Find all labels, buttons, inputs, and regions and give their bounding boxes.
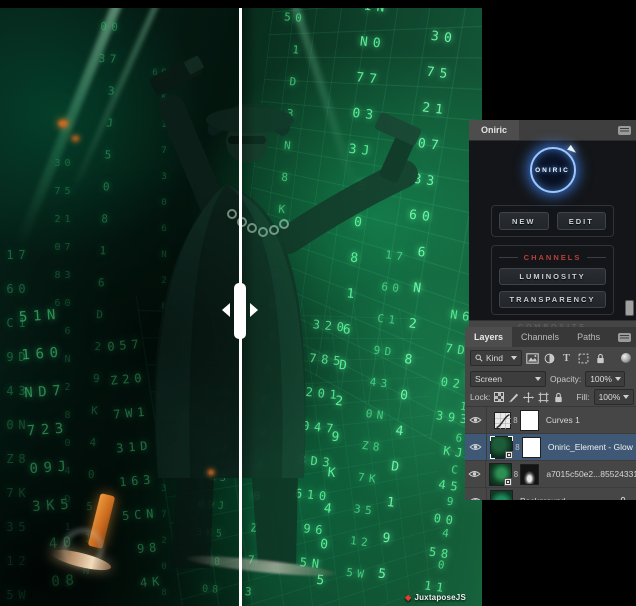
mask-link-icon[interactable]: 8 [515, 443, 520, 452]
orange-spark [72, 136, 79, 141]
lock-transparent-pixels-icon[interactable] [494, 391, 504, 403]
visibility-eye-icon[interactable] [465, 461, 486, 487]
layer-thumbnail[interactable] [490, 436, 513, 459]
lock-image-pixels-icon[interactable] [508, 391, 519, 403]
layer-name: Curves 1 [546, 415, 580, 425]
mask-link-icon[interactable]: 8 [513, 416, 518, 425]
slider-arrow-left-icon[interactable] [222, 303, 230, 317]
oniric-actions-group: NEW EDIT [491, 205, 614, 237]
visibility-eye-icon[interactable] [465, 407, 487, 433]
layer-row-hash[interactable]: 8 a7015c50e2...855243318 [465, 461, 636, 488]
fill-dropdown[interactable]: 100% [594, 389, 634, 405]
fill-label: Fill: [576, 392, 589, 402]
visibility-eye-icon[interactable] [465, 488, 487, 500]
layer-thumbnail[interactable] [489, 463, 512, 486]
divider-line [587, 257, 606, 258]
chevron-down-icon [511, 356, 517, 360]
scrollbar-thumb[interactable] [625, 300, 634, 316]
tab-channels[interactable]: Channels [512, 327, 568, 347]
filter-type-layers-icon[interactable]: T [560, 352, 573, 365]
tab-layers[interactable]: Layers [465, 327, 512, 347]
oniric-panel: Oniric ONIRIC NEW EDIT CHANNELS [469, 120, 636, 327]
divider-line [499, 257, 518, 258]
tab-oniric[interactable]: Oniric [469, 120, 519, 140]
chevron-down-icon [623, 395, 629, 399]
layer-name: Background [520, 496, 565, 500]
orange-spark [58, 120, 68, 127]
diamond-icon: ◆ [405, 593, 411, 602]
new-button[interactable]: NEW [499, 212, 549, 230]
juxtapose-credit-link[interactable]: ◆JuxtaposeJS [405, 593, 466, 602]
visibility-eye-icon[interactable] [465, 434, 487, 460]
layer-row-curves[interactable]: 8 Curves 1 [465, 407, 636, 434]
orange-spark [208, 470, 214, 475]
lock-all-icon[interactable] [553, 391, 564, 403]
luminosity-button[interactable]: LUMINOSITY [499, 268, 606, 285]
tab-paths[interactable]: Paths [568, 327, 609, 347]
juxtapose-label: JuxtaposeJS [414, 593, 466, 602]
app-window: 7 0 1 D 3 N 8 K 5 2 W 1 6 C 9 4 0 Z 7 3 … [0, 0, 636, 606]
blend-mode-value: Screen [475, 374, 502, 384]
oniric-logo: ONIRIC [525, 145, 581, 197]
layer-row-background[interactable]: Background [465, 488, 636, 500]
blend-mode-dropdown[interactable]: Screen [470, 371, 546, 387]
lock-artboard-icon[interactable] [538, 391, 549, 403]
layer-name: a7015c50e2...855243318 [546, 469, 636, 479]
juxtapose-slider-handle[interactable] [234, 283, 246, 339]
mask-link-icon[interactable]: 8 [514, 470, 519, 479]
filter-smart-objects-icon[interactable] [594, 352, 607, 365]
panel-menu-icon[interactable] [618, 333, 631, 342]
oniric-logo-ring: ONIRIC [530, 147, 576, 193]
filter-pixel-layers-icon[interactable] [526, 352, 539, 365]
curves-adjustment-thumbnail[interactable] [494, 412, 511, 429]
lock-label: Lock: [470, 392, 490, 402]
opacity-value: 100% [590, 374, 612, 384]
edit-button[interactable]: EDIT [557, 212, 607, 230]
panel-menu-icon[interactable] [618, 126, 631, 135]
lock-position-icon[interactable] [523, 391, 534, 403]
opacity-label: Opacity: [550, 374, 581, 384]
smart-object-badge [504, 478, 512, 486]
filter-kind-dropdown[interactable]: Kind [470, 350, 522, 366]
filter-shape-layers-icon[interactable] [577, 352, 590, 365]
search-icon [475, 354, 483, 362]
layers-panel-tabbar: Layers Channels Paths [465, 327, 636, 347]
channels-heading: CHANNELS [524, 253, 582, 262]
slider-arrow-right-icon[interactable] [250, 303, 258, 317]
oniric-panel-tabbar: Oniric [469, 120, 636, 141]
background-lock-icon [618, 496, 628, 500]
filter-adjustment-layers-icon[interactable] [543, 352, 556, 365]
kind-label: Kind [486, 353, 503, 363]
layer-mask-thumbnail[interactable] [522, 437, 541, 458]
layer-thumbnail[interactable] [490, 490, 513, 501]
filtering-toggle[interactable] [621, 353, 631, 363]
fill-value: 100% [599, 392, 621, 402]
layers-panel: Layers Channels Paths Kind T [465, 327, 636, 500]
layer-mask-thumbnail[interactable] [520, 410, 539, 431]
layer-name: Oniric_Element - Glow [548, 442, 633, 452]
composite-artwork: 7 0 1 D 3 N 8 K 5 2 W 1 6 C 9 4 0 Z 7 3 … [0, 8, 482, 606]
opacity-dropdown[interactable]: 100% [585, 371, 625, 387]
chevron-down-icon [615, 377, 621, 381]
layer-mask-thumbnail[interactable] [520, 464, 539, 485]
channels-group: CHANNELS LUMINOSITY TRANSPARENCY [491, 245, 614, 315]
layers-panel-body: Kind T Screen Opacity: 100% [465, 347, 636, 500]
chevron-down-icon [535, 377, 541, 381]
transparency-button[interactable]: TRANSPARENCY [499, 291, 606, 308]
oniric-logo-text: ONIRIC [535, 167, 570, 174]
smart-object-badge [505, 451, 513, 459]
oniric-panel-body: ONIRIC NEW EDIT CHANNELS LUMINOSITY TRAN… [469, 141, 636, 320]
layer-row-oniric-element[interactable]: 8 Oniric_Element - Glow [465, 434, 636, 461]
